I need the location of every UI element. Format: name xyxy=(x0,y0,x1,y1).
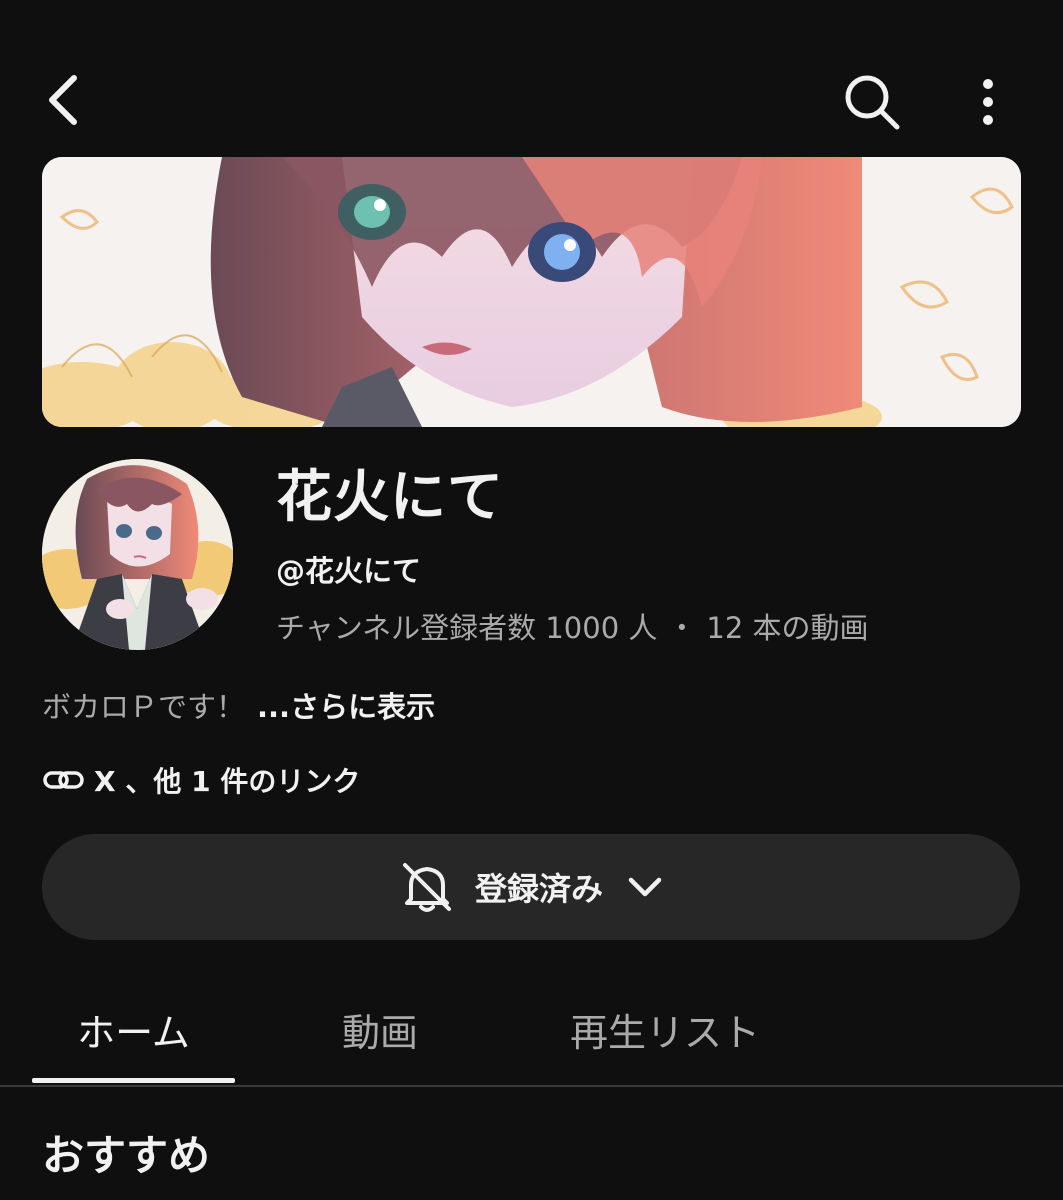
links-text: X 、他 1 件のリンク xyxy=(94,765,361,798)
bell-off-icon xyxy=(397,857,457,917)
channel-stats: チャンネル登録者数 1000 人・ 12 本の動画 xyxy=(276,605,869,647)
more-options-button[interactable] xyxy=(956,66,1020,138)
tab-playlists[interactable]: 再生リスト xyxy=(530,975,800,1083)
top-app-bar xyxy=(0,0,1063,150)
channel-banner xyxy=(42,157,1021,427)
back-button[interactable] xyxy=(30,62,94,138)
chevron-down-icon xyxy=(625,867,665,907)
channel-name: 花火にて xyxy=(276,465,504,530)
channel-handle: @花火にて xyxy=(276,554,422,588)
channel-links[interactable]: X 、他 1 件のリンク xyxy=(42,760,360,800)
subscriber-count: チャンネル登録者数 1000 人 xyxy=(276,611,658,645)
video-count: 12 本の動画 xyxy=(706,611,869,645)
tab-videos[interactable]: 動画 xyxy=(290,975,470,1083)
stats-separator: ・ xyxy=(667,611,697,645)
section-title: おすすめ xyxy=(42,1131,211,1180)
avatar-illustration xyxy=(42,459,233,650)
description-text: ボカロＰです！ xyxy=(42,690,246,724)
link-icon xyxy=(42,764,88,796)
channel-tabs: ホーム 動画 再生リスト xyxy=(0,975,1063,1087)
active-tab-indicator xyxy=(32,1078,235,1083)
search-button[interactable] xyxy=(836,66,908,138)
channel-avatar[interactable] xyxy=(42,459,233,650)
subscribed-button[interactable]: 登録済み xyxy=(42,834,1020,940)
back-arrow-icon xyxy=(49,75,77,125)
channel-description[interactable]: ボカロＰです！ ...さらに表示 xyxy=(42,684,435,726)
search-icon xyxy=(845,75,900,130)
tab-home[interactable]: ホーム xyxy=(32,975,235,1083)
banner-illustration xyxy=(42,157,1021,427)
show-more-link[interactable]: ...さらに表示 xyxy=(257,690,435,724)
tabs-divider xyxy=(0,1085,1063,1087)
more-vert-icon xyxy=(983,79,993,125)
subscribed-label: 登録済み xyxy=(474,870,603,908)
